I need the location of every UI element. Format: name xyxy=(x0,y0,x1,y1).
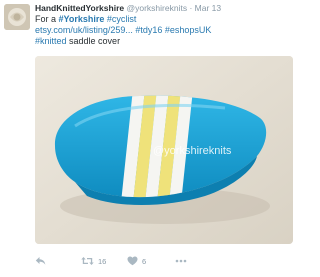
heart-icon xyxy=(127,256,138,266)
photo-watermark: @yorkshireknits xyxy=(153,145,232,157)
tweet: HandKnittedYorkshire @yorkshireknits · M… xyxy=(0,0,300,277)
reply-button[interactable] xyxy=(35,253,46,269)
etsy-link[interactable]: etsy.com/uk/listing/259... xyxy=(35,25,133,35)
tweet-actions: 16 6 xyxy=(35,253,293,269)
reply-icon xyxy=(35,256,46,266)
tweet-text-line-2: etsy.com/uk/listing/259... #tdy16 #eshop… xyxy=(35,25,293,36)
hashtag-cyclist[interactable]: #cyclist xyxy=(104,14,137,24)
avatar[interactable] xyxy=(4,4,30,30)
hashtag-knitted[interactable]: #knitted xyxy=(35,36,67,46)
more-icon xyxy=(175,259,187,263)
hashtag-yorkshire[interactable]: #Yorkshire xyxy=(59,14,105,24)
hashtag-eshopsuk[interactable]: #eshopsUK xyxy=(162,25,212,35)
tweet-text-line-3: #knitted saddle cover xyxy=(35,36,293,47)
retweet-button[interactable]: 16 xyxy=(81,253,106,269)
text-saddle-cover: saddle cover xyxy=(66,36,121,46)
hashtag-yorkshire-label: #Yorkshire xyxy=(58,14,105,24)
tweet-text-line-1: For a #Yorkshire #cyclist xyxy=(35,14,293,25)
like-count: 6 xyxy=(142,256,147,266)
tweet-text: For a #Yorkshire #cyclist etsy.com/uk/li… xyxy=(35,14,293,47)
saddle-cover-photo: @yorkshireknits xyxy=(35,56,293,244)
separator: · xyxy=(189,3,193,13)
user-handle[interactable]: @yorkshireknits xyxy=(126,3,187,13)
timestamp[interactable]: Mar 13 xyxy=(195,3,221,13)
tweet-photo[interactable]: @yorkshireknits xyxy=(35,56,293,244)
tweet-header: HandKnittedYorkshire @yorkshireknits · M… xyxy=(35,3,221,14)
more-button[interactable] xyxy=(175,253,187,269)
display-name[interactable]: HandKnittedYorkshire xyxy=(35,3,124,13)
retweet-count: 16 xyxy=(98,256,107,266)
retweet-icon xyxy=(81,256,94,266)
like-button[interactable]: 6 xyxy=(127,253,146,269)
text-for: For a xyxy=(35,14,59,24)
hashtag-tdy16[interactable]: #tdy16 xyxy=(133,25,162,35)
